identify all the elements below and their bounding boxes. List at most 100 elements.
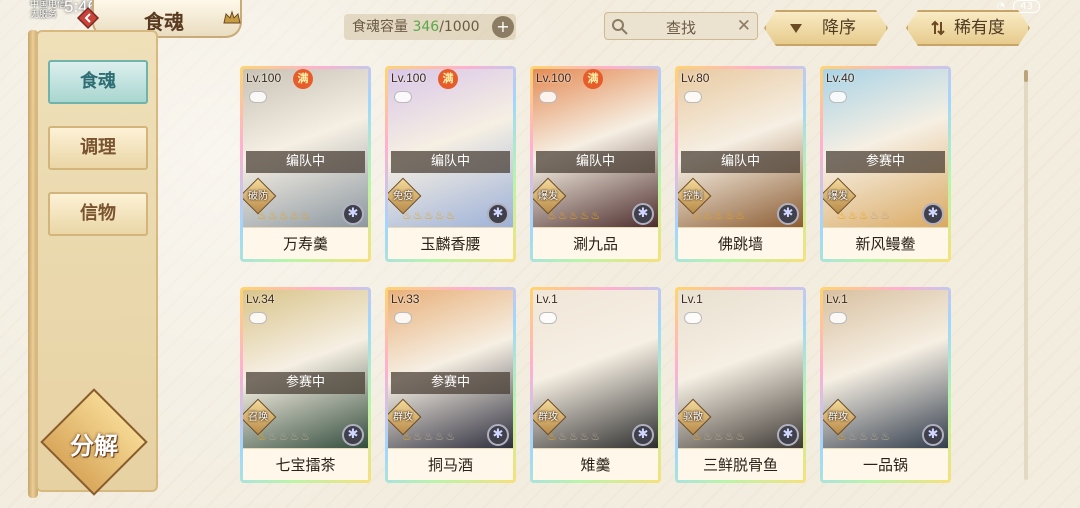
flame-icon: ♨ [837,209,848,222]
card-status: 参赛中 [826,151,945,173]
element-icon [922,424,944,446]
chat-icon [829,312,847,324]
card-status: 编队中 [536,151,655,173]
card-level: Lv.80 [681,71,710,85]
role-label: 群攻 [393,412,413,423]
card-name: 三鲜脱骨鱼 [678,448,803,480]
flame-icon: ♨ [692,430,703,443]
flame-icon: ♨ [702,209,714,222]
food-soul-grid: Lv.100满编队中破防♨♨♨♨♨万寿羹Lv.100满编队中免疫♨♨♨♨♨玉麟香… [240,66,1020,486]
back-icon[interactable] [76,6,100,30]
flame-icon: ♨ [847,430,859,443]
flame-icon: ♨ [547,430,558,443]
max-level-badge: 满 [293,69,313,89]
card-level: Lv.40 [826,71,855,85]
card-level: Lv.34 [246,292,275,306]
card-level: Lv.1 [536,292,558,306]
flame-icon: ♨ [402,209,413,222]
crown-icon[interactable] [222,8,242,28]
side-tab-cooking[interactable]: 调理 [48,126,148,170]
side-tab-food-soul[interactable]: 食魂 [48,60,148,104]
flame-icon: ♨ [858,430,870,443]
chat-icon [684,312,702,324]
role-label: 驱散 [683,412,703,423]
scrollbar-thumb[interactable] [1024,70,1028,82]
element-icon [922,203,944,225]
role-label: 召唤 [248,412,268,423]
card-status: 编队中 [681,151,800,173]
chat-icon [539,91,557,103]
card-name: 新风鳗鲞 [823,227,948,259]
food-soul-card[interactable]: Lv.100满编队中破防♨♨♨♨♨万寿羹 [240,66,371,262]
flame-icon: ♨ [858,209,870,222]
flame-icon: ♨ [423,209,435,222]
star-rating: ♨♨♨♨♨ [257,209,311,222]
chat-icon [394,312,412,324]
sort-rarity-button[interactable]: 稀有度 [906,10,1030,46]
chat-icon [394,91,412,103]
star-rating: ♨♨♨♨♨ [837,209,891,222]
food-soul-card[interactable]: Lv.1驱散♨♨♨♨♨三鲜脱骨鱼 [675,287,806,483]
food-soul-card[interactable]: Lv.1群攻♨♨♨♨♨一品锅 [820,287,951,483]
flame-icon: ♨ [289,209,301,222]
flame-icon: ♨ [724,209,736,222]
role-label: 控制 [683,191,703,202]
max-level-badge: 满 [583,69,603,89]
flame-icon: ♨ [300,209,312,222]
card-name: 一品锅 [823,448,948,480]
flame-icon: ♨ [402,430,413,443]
role-label: 爆发 [828,191,848,202]
food-soul-card[interactable]: Lv.34参赛中召唤♨♨♨♨♨七宝擂茶 [240,287,371,483]
chat-icon [539,312,557,324]
capacity-display: 食魂容量 346/1000 + [344,14,516,40]
capacity-current: 346 [412,19,440,35]
star-rating: ♨♨♨♨♨ [692,209,746,222]
flame-icon: ♨ [278,209,290,222]
role-label: 爆发 [538,191,558,202]
food-soul-card[interactable]: Lv.33参赛中群攻♨♨♨♨♨挏马酒 [385,287,516,483]
card-name: 佛跳墙 [678,227,803,259]
flame-icon: ♨ [590,430,602,443]
flame-icon: ♨ [692,209,703,222]
food-soul-card[interactable]: Lv.40 参赛中爆发 ♨♨♨♨♨ 新风鳗鲞 [820,66,951,262]
capacity-label: 食魂容量 [352,19,408,35]
element-icon [777,424,799,446]
element-icon [342,203,364,225]
food-soul-card[interactable]: Lv.100满编队中免疫♨♨♨♨♨玉麟香腰 [385,66,516,262]
flame-icon: ♨ [837,430,848,443]
sort-down-icon [788,20,804,36]
star-rating: ♨♨♨♨♨ [402,209,456,222]
flame-icon: ♨ [300,430,312,443]
card-level: Lv.1 [681,292,703,306]
flame-icon: ♨ [735,430,747,443]
clear-icon[interactable]: ✕ [737,16,751,36]
scrollbar-track[interactable] [1024,70,1028,480]
card-status: 参赛中 [391,372,510,394]
card-level: Lv.1 [826,292,848,306]
card-name: 万寿羹 [243,227,368,259]
card-level: Lv.100 [536,71,572,85]
search-label: 查找 [665,19,696,37]
sort-order-button[interactable]: 降序 [764,10,888,46]
food-soul-card[interactable]: Lv.1群攻♨♨♨♨♨雉羹 [530,287,661,483]
side-tab-token[interactable]: 信物 [48,192,148,236]
flame-icon: ♨ [713,209,725,222]
sort-arrows-icon [930,20,946,36]
flame-icon: ♨ [847,209,859,222]
expand-capacity-button[interactable]: + [492,16,514,38]
flame-icon: ♨ [267,209,279,222]
element-icon [487,203,509,225]
search-input[interactable]: 查找 ✕ [604,12,758,40]
star-rating: ♨♨♨♨♨ [547,209,601,222]
element-icon [632,203,654,225]
flame-icon: ♨ [257,430,268,443]
food-soul-card[interactable]: Lv.80 编队中控制 ♨♨♨♨♨ 佛跳墙 [675,66,806,262]
food-soul-card[interactable]: Lv.100满编队中爆发♨♨♨♨♨涮九品 [530,66,661,262]
flame-icon: ♨ [557,209,569,222]
flame-icon: ♨ [547,209,558,222]
flame-icon: ♨ [579,430,591,443]
role-label: 群攻 [538,412,558,423]
flame-icon: ♨ [434,430,446,443]
flame-icon: ♨ [278,430,290,443]
flame-icon: ♨ [267,430,279,443]
